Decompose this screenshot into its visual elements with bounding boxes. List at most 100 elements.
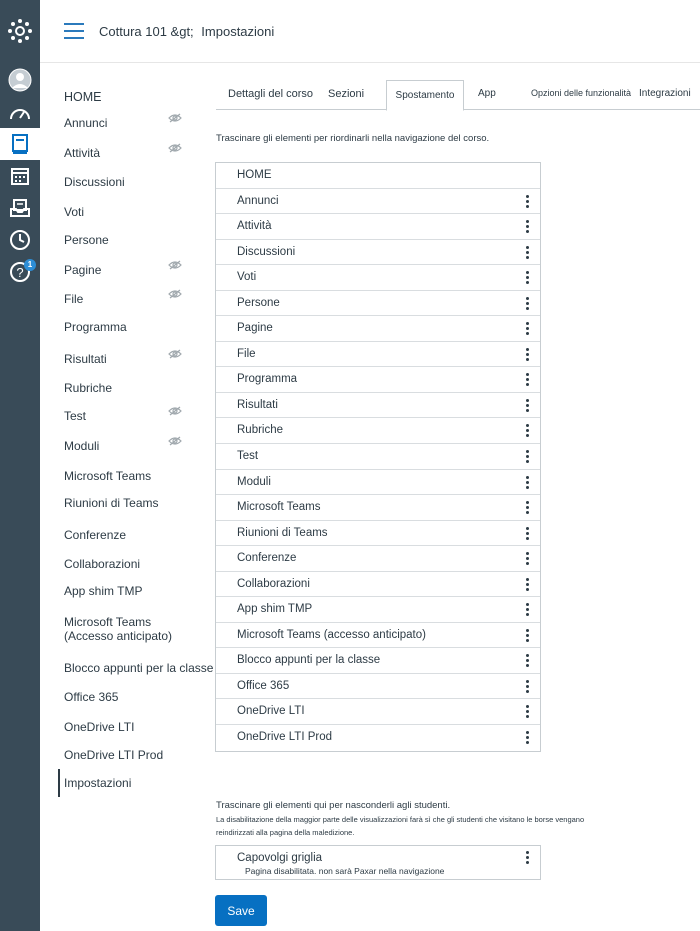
nav-list-row[interactable]: HOME [216,163,540,189]
settings-tabs: Dettagli del corso Sezioni Spostamento A… [216,80,700,111]
kebab-menu-icon[interactable] [526,526,530,541]
nav-item[interactable]: Persone [64,233,109,247]
nav-list-row[interactable]: Attività [216,214,540,240]
nav-list-row-label: Moduli [237,475,271,488]
kebab-menu-icon[interactable] [526,194,530,209]
hidden-item[interactable]: Capovolgi griglia Pagina disabilitata. n… [215,845,541,880]
nav-list-row-label: Riunioni di Teams [237,526,328,539]
kebab-menu-icon[interactable] [526,398,530,413]
nav-item[interactable]: OneDrive LTI Prod [64,748,163,762]
tab-apps[interactable]: App [478,88,496,99]
nav-list-row-label: Persone [237,296,280,309]
nav-item[interactable]: Conferenze [64,528,126,542]
nav-list-row[interactable]: Blocco appunti per la classe [216,648,540,674]
hidden-eye-icon [168,403,182,416]
nav-list-row[interactable]: OneDrive LTI [216,699,540,726]
nav-list-row[interactable]: Risultati [216,393,540,419]
kebab-menu-icon[interactable] [526,731,530,745]
nav-item[interactable]: Voti [64,205,84,219]
kebab-menu-icon[interactable] [526,475,530,490]
tab-sections[interactable]: Sezioni [328,88,364,100]
nav-list-row[interactable]: Annunci [216,189,540,215]
nav-item[interactable]: Rubriche [64,381,112,395]
nav-list-row[interactable]: Test [216,444,540,470]
nav-list-row[interactable]: Office 365 [216,674,540,700]
kebab-menu-icon[interactable] [526,851,530,865]
hidden-eye-icon [168,257,182,270]
nav-list-row[interactable]: File [216,342,540,368]
nav-item[interactable]: Discussioni [64,175,125,189]
kebab-menu-icon[interactable] [526,552,530,566]
breadcrumb-course[interactable]: Cottura 101 &gt; [99,24,194,39]
tab-feature-options[interactable]: Opzioni delle funzionalità [531,88,631,98]
kebab-menu-icon[interactable] [526,679,530,694]
nav-list-row[interactable]: Microsoft Teams [216,495,540,521]
nav-list-row[interactable]: Microsoft Teams (accesso anticipato) [216,623,540,649]
header-bar: Cottura 101 &gt; Impostazioni [40,0,700,63]
tab-navigation[interactable]: Spostamento [386,80,464,111]
kebab-menu-icon[interactable] [526,705,530,719]
nav-item[interactable]: Moduli [64,439,99,453]
nav-item[interactable]: OneDrive LTI [64,720,134,734]
nav-item[interactable]: App shim TMP [64,584,142,598]
kebab-menu-icon[interactable] [526,628,530,643]
nav-list-row-label: Pagine [237,322,273,335]
nav-item[interactable]: Microsoft Teams [64,615,151,629]
kebab-menu-icon[interactable] [526,654,530,668]
nav-list-row[interactable]: Collaborazioni [216,572,540,598]
nav-item[interactable]: File [64,292,83,306]
nav-list-row[interactable]: Conferenze [216,546,540,572]
account-icon[interactable] [0,64,40,96]
nav-item[interactable]: Pagine [64,263,101,277]
nav-list-row[interactable]: Persone [216,291,540,317]
nav-list-row[interactable]: Rubriche [216,418,540,445]
canvas-logo-icon[interactable] [0,15,40,47]
nav-list-row[interactable]: Moduli [216,470,540,496]
hamburger-menu-icon[interactable] [64,23,84,39]
history-icon[interactable] [0,224,40,256]
nav-item[interactable]: Risultati [64,352,107,366]
nav-list-row-label: Test [237,450,259,463]
kebab-menu-icon[interactable] [526,296,530,311]
nav-item[interactable]: Riunioni di Teams [64,496,159,510]
dashboard-icon[interactable] [0,97,40,129]
nav-list-row[interactable]: Pagine [216,316,540,342]
nav-item[interactable]: Microsoft Teams [64,469,151,483]
reorder-instructions: Trascinare gli elementi per riordinarli … [216,133,490,144]
nav-item[interactable]: Test [64,409,86,423]
nav-list-row[interactable]: Riunioni di Teams [216,521,540,547]
tab-integrations[interactable]: Integrazioni [639,88,691,99]
kebab-menu-icon[interactable] [526,373,530,387]
nav-item[interactable]: Annunci [64,116,107,130]
nav-list-row[interactable]: Voti [216,265,540,291]
kebab-menu-icon[interactable] [526,501,530,515]
inbox-icon[interactable] [0,192,40,224]
kebab-menu-icon[interactable] [526,577,530,592]
nav-item[interactable]: HOME [64,90,102,104]
kebab-menu-icon[interactable] [526,220,530,234]
calendar-icon[interactable] [0,160,40,192]
kebab-menu-icon[interactable] [526,347,530,362]
kebab-menu-icon[interactable] [526,450,530,464]
nav-list-row[interactable]: App shim TMP [216,597,540,623]
kebab-menu-icon[interactable] [526,603,530,617]
kebab-menu-icon[interactable] [526,245,530,260]
kebab-menu-icon[interactable] [526,322,530,336]
active-indicator [58,769,60,797]
nav-list-row[interactable]: OneDrive LTI Prod [216,725,540,751]
nav-item[interactable]: Blocco appunti per la classe [64,661,213,675]
nav-list-row[interactable]: Discussioni [216,240,540,266]
nav-item[interactable]: Office 365 [64,690,118,704]
nav-item[interactable]: Attività [64,146,100,160]
nav-item[interactable]: Programma [64,320,127,334]
courses-icon[interactable] [0,128,40,160]
kebab-menu-icon[interactable] [526,271,530,285]
nav-list-row[interactable]: Programma [216,367,540,393]
nav-item[interactable]: Impostazioni [64,776,131,790]
hidden-item-label: Capovolgi griglia [237,852,323,864]
breadcrumb-current: Impostazioni [201,24,275,39]
kebab-menu-icon[interactable] [526,424,530,438]
nav-item[interactable]: Collaborazioni [64,557,140,571]
tab-course-details[interactable]: Dettagli del corso [228,88,313,100]
save-button[interactable]: Save [215,895,267,926]
